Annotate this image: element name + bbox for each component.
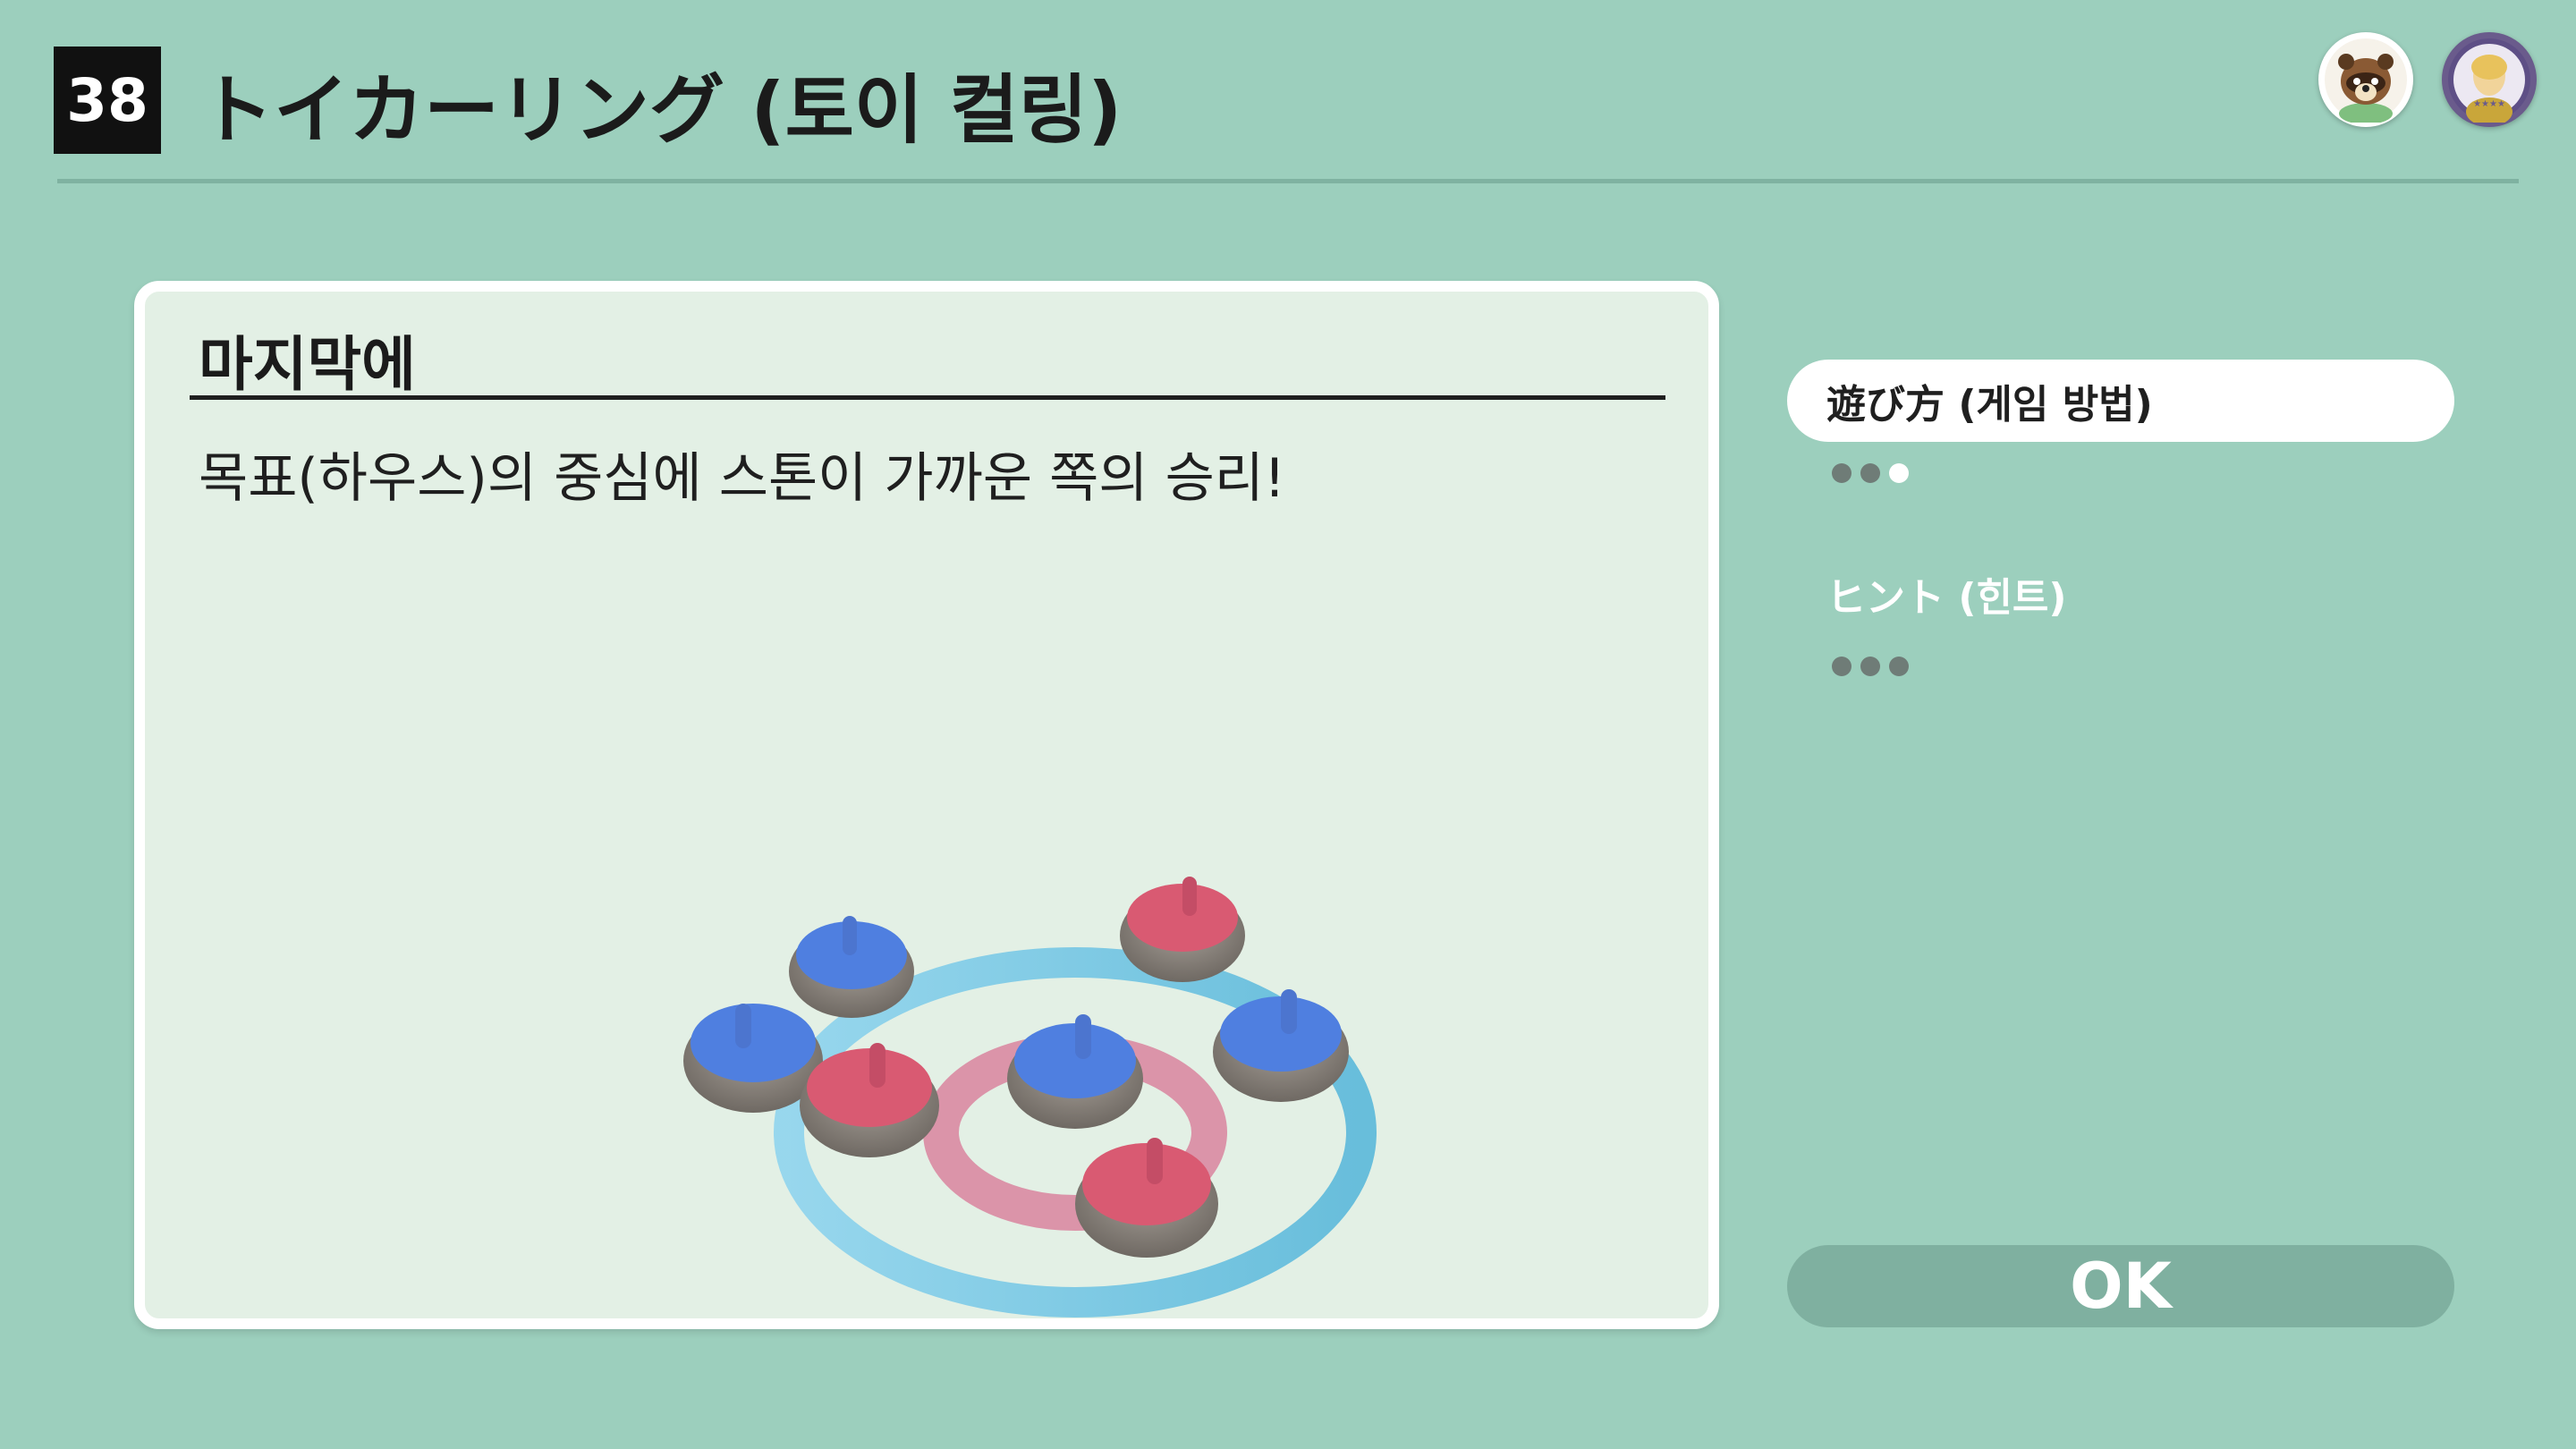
page-dot-active xyxy=(1889,463,1909,483)
instruction-text: 목표(하우스)의 중심에 스톤이 가까운 쪽의 승리! xyxy=(199,447,1286,510)
menu-hint[interactable]: ヒント (힌트) xyxy=(1787,553,2454,635)
page-dot xyxy=(1860,657,1880,676)
player-avatar-icon: ★★★★ xyxy=(2442,32,2537,127)
page-indicator-hint xyxy=(1832,657,1909,676)
red-stone xyxy=(1120,877,1245,982)
page-indicator-how-to-play xyxy=(1832,463,1909,483)
tom-nook-avatar-icon xyxy=(2318,32,2413,127)
menu-how-to-play[interactable]: 遊び方 (게임 방법) xyxy=(1787,360,2454,442)
blue-stone xyxy=(789,916,914,1018)
ok-button[interactable]: OK xyxy=(1787,1245,2454,1327)
page-dot xyxy=(1832,657,1852,676)
svg-text:★★★★: ★★★★ xyxy=(2473,99,2505,109)
panel-heading: 마지막에 xyxy=(199,330,416,399)
panel-divider xyxy=(190,395,1665,400)
instruction-panel: 마지막에 목표(하우스)의 중심에 스톤이 가까운 쪽의 승리! xyxy=(134,281,1719,1329)
curling-house-illustration xyxy=(683,877,1377,1318)
page-dot xyxy=(1860,463,1880,483)
page-dot xyxy=(1832,463,1852,483)
header-divider xyxy=(57,179,2519,183)
level-number-badge: 38 xyxy=(54,47,161,154)
page-dot xyxy=(1889,657,1909,676)
blue-stone xyxy=(1007,1014,1143,1129)
game-title: トイカーリング (토이 컬링) xyxy=(199,65,1123,154)
